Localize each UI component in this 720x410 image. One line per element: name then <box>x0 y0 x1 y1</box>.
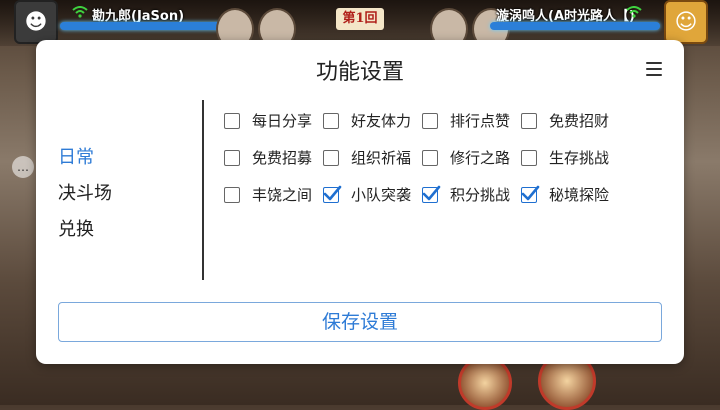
options-grid: 每日分享 好友体力 排行点赞 免费招财免费招募 组织祈福 修行之路 生存挑战丰饶之间 小队突袭… <box>224 102 664 213</box>
option-label: 生存挑战 <box>549 149 610 167</box>
wifi-icon <box>72 6 88 18</box>
option-checkbox[interactable] <box>224 186 240 203</box>
options-row: 免费招募 组织祈福 修行之路 生存挑战 <box>224 139 664 176</box>
option-item[interactable]: 组织祈福 <box>323 147 422 168</box>
option-label: 秘境探险 <box>549 186 610 204</box>
option-checkbox[interactable] <box>422 149 438 166</box>
category-sidebar: 日常 决斗场 兑换 <box>58 140 178 248</box>
option-item[interactable]: 秘境探险 <box>521 184 620 205</box>
option-checkbox[interactable] <box>521 185 540 203</box>
hamburger-menu-icon[interactable] <box>646 62 662 76</box>
sidebar-item-daily[interactable]: 日常 <box>58 140 178 176</box>
option-item[interactable]: 好友体力 <box>323 110 422 131</box>
option-checkbox[interactable] <box>224 149 240 166</box>
options-row: 每日分享 好友体力 排行点赞 免费招财 <box>224 102 664 139</box>
option-label: 积分挑战 <box>450 186 511 204</box>
option-checkbox[interactable] <box>422 112 438 129</box>
checkmark-icon <box>323 185 342 200</box>
option-checkbox[interactable] <box>323 149 339 166</box>
right-player-avatar: ☺ <box>664 0 708 44</box>
sidebar-item-exchange[interactable]: 兑换 <box>58 212 178 248</box>
option-label: 丰饶之间 <box>252 186 313 204</box>
dialog-title: 功能设置 <box>315 60 404 85</box>
option-label: 排行点赞 <box>450 112 511 130</box>
option-label: 好友体力 <box>351 112 412 130</box>
option-checkbox[interactable] <box>224 112 240 129</box>
option-item[interactable]: 排行点赞 <box>422 110 521 131</box>
option-label: 免费招财 <box>549 112 610 130</box>
option-label: 每日分享 <box>252 112 313 130</box>
option-label: 小队突袭 <box>351 186 412 204</box>
checkmark-icon <box>422 185 441 200</box>
wifi-icon <box>626 6 642 18</box>
option-label: 组织祈福 <box>351 149 412 167</box>
sidebar-divider <box>202 100 204 280</box>
option-checkbox[interactable] <box>323 185 342 203</box>
option-checkbox[interactable] <box>422 185 441 203</box>
option-item[interactable]: 每日分享 <box>224 110 323 131</box>
option-checkbox[interactable] <box>323 112 339 129</box>
option-checkbox[interactable] <box>521 112 537 129</box>
option-item[interactable]: 修行之路 <box>422 147 521 168</box>
left-chakra-bar <box>60 22 230 30</box>
sidebar-item-arena[interactable]: 决斗场 <box>58 176 178 212</box>
option-item[interactable]: 免费招财 <box>521 110 620 131</box>
left-player-avatar: ☻ <box>14 0 58 44</box>
option-item[interactable]: 丰饶之间 <box>224 184 323 205</box>
right-chakra-bar <box>490 22 660 30</box>
option-item[interactable]: 生存挑战 <box>521 147 620 168</box>
options-row: 丰饶之间 小队突袭 积分挑战 秘境探险 <box>224 176 664 213</box>
option-label: 免费招募 <box>252 149 313 167</box>
round-badge: 第1回 <box>336 8 384 30</box>
option-label: 修行之路 <box>450 149 511 167</box>
option-item[interactable]: 小队突袭 <box>323 184 422 205</box>
option-item[interactable]: 免费招募 <box>224 147 323 168</box>
save-settings-button[interactable]: 保存设置 <box>58 302 662 342</box>
settings-dialog: 功能设置 日常 决斗场 兑换 每日分享 好友体力 排行点赞 免费招财免费招募 组织祈福 修… <box>36 40 684 364</box>
checkmark-icon <box>521 185 540 200</box>
chat-bubble-icon[interactable]: … <box>12 156 34 178</box>
option-item[interactable]: 积分挑战 <box>422 184 521 205</box>
option-checkbox[interactable] <box>521 149 537 166</box>
skill-button[interactable] <box>458 356 512 410</box>
